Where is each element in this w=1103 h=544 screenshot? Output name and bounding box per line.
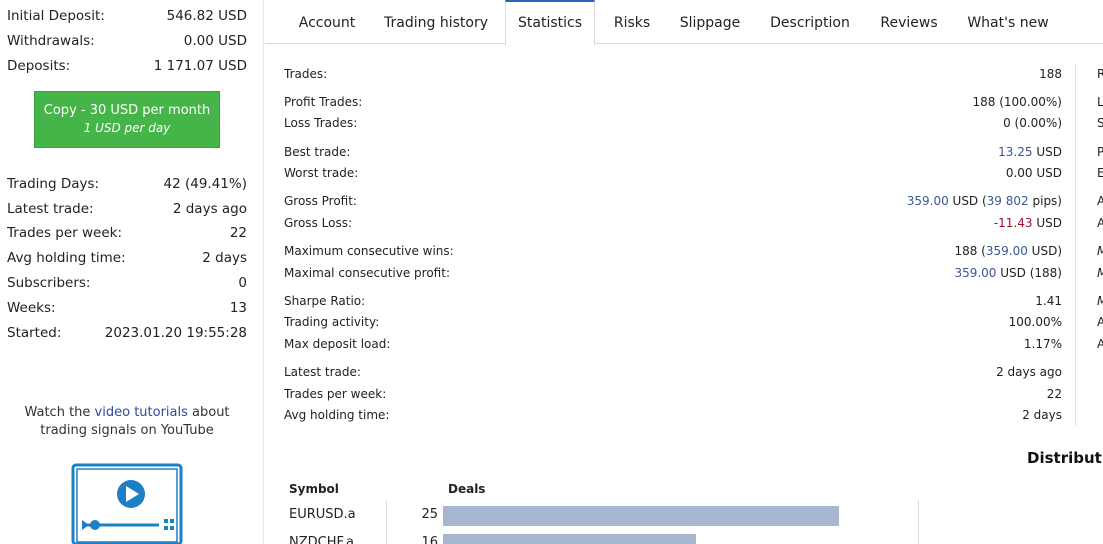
- subscribers-label: Subscribers:: [7, 275, 91, 291]
- distribution-symbol: EURUSD.a: [289, 507, 356, 522]
- stats-avg-holding-time-row: Avg holding time: 2 days: [284, 408, 1062, 422]
- loss-trades-row: Loss Trades: 0 (0.00%): [284, 116, 1062, 130]
- trading-days-row: Trading Days: 42 (49.41%): [7, 174, 247, 194]
- max-deposit-load-row: Max deposit load: 1.17%: [284, 337, 1062, 351]
- distribution-symbol: NZDCHF.a: [289, 535, 354, 544]
- gross-profit-row: Gross Profit: 359.00 USD (39 802 pips): [284, 194, 1062, 208]
- gross-loss-row: Gross Loss: -11.43 USD: [284, 216, 1062, 230]
- best-trade-value-link[interactable]: 13.25: [998, 145, 1032, 159]
- subscribers-row: Subscribers: 0: [7, 273, 247, 293]
- right-column-label: A: [1097, 194, 1103, 208]
- tab-account[interactable]: Account: [285, 0, 369, 44]
- copy-price-label: Copy - 30 USD per month: [43, 103, 211, 118]
- distribution-deals-header: Deals: [448, 482, 486, 496]
- trades-per-week-label: Trades per week:: [7, 225, 123, 241]
- trading-days-label: Trading Days:: [7, 176, 100, 192]
- right-column-label: M: [1097, 242, 1103, 260]
- max-consecutive-profit-row: Maximal consecutive profit: 359.00 USD (…: [284, 266, 1062, 280]
- distribution-divider: [918, 500, 919, 544]
- right-column-label: S: [1097, 116, 1103, 130]
- video-tutorial-note: Watch the video tutorials about trading …: [24, 405, 230, 438]
- deposits-row: Deposits: 1 171.07 USD: [7, 56, 247, 76]
- weeks-value: 13: [229, 300, 247, 316]
- latest-trade-row: Latest trade: 2 days ago: [7, 199, 247, 219]
- avg-holding-time-label: Avg holding time:: [7, 250, 126, 266]
- distribution-deals-count: 25: [421, 507, 438, 522]
- initial-deposit-value: 546.82 USD: [166, 8, 247, 24]
- withdrawals-row: Withdrawals: 0.00 USD: [7, 31, 247, 51]
- trades-per-week-value: 22: [229, 225, 247, 241]
- copy-daily-price-label: 1 USD per day: [83, 121, 171, 135]
- max-consecutive-wins-row: Maximum consecutive wins: 188 (359.00 US…: [284, 244, 1062, 258]
- started-label: Started:: [7, 325, 62, 341]
- tab-reviews[interactable]: Reviews: [873, 0, 945, 44]
- weeks-label: Weeks:: [7, 300, 56, 316]
- deposits-label: Deposits:: [7, 58, 71, 74]
- right-column-label: A: [1097, 216, 1103, 230]
- distribution-deals-count: 16: [421, 535, 438, 544]
- sharpe-ratio-row: Sharpe Ratio: 1.41: [284, 294, 1062, 308]
- right-column-label: E: [1097, 166, 1103, 180]
- tab-statistics[interactable]: Statistics: [505, 0, 595, 45]
- tab-risks[interactable]: Risks: [607, 0, 657, 44]
- avg-holding-time-value: 2 days: [202, 250, 247, 266]
- video-tutorials-link[interactable]: video tutorials: [95, 405, 188, 420]
- tab-slippage[interactable]: Slippage: [671, 0, 749, 44]
- worst-trade-row: Worst trade: 0.00 USD: [284, 166, 1062, 180]
- best-trade-row: Best trade: 13.25 USD: [284, 145, 1062, 159]
- tab-trading-history[interactable]: Trading history: [379, 0, 493, 44]
- copy-signal-button[interactable]: Copy - 30 USD per month 1 USD per day: [34, 91, 220, 148]
- withdrawals-value: 0.00 USD: [183, 33, 247, 49]
- trades-per-week-row: Trades per week: 22: [7, 223, 247, 243]
- right-column-label: M: [1097, 264, 1103, 282]
- right-column-label: A: [1097, 337, 1103, 351]
- trading-activity-row: Trading activity: 100.00%: [284, 315, 1062, 329]
- trading-days-value: 42 (49.41%): [163, 176, 247, 192]
- signal-tabs: Account Trading history Statistics Risks…: [265, 0, 1103, 45]
- distribution-title: Distributi: [1027, 449, 1103, 467]
- avg-holding-time-row: Avg holding time: 2 days: [7, 248, 247, 268]
- tab-description[interactable]: Description: [762, 0, 858, 44]
- distribution-symbol-header: Symbol: [289, 482, 339, 496]
- trades-row: Trades: 188: [284, 67, 1062, 81]
- right-column-label: M: [1097, 292, 1103, 310]
- initial-deposit-label: Initial Deposit:: [7, 8, 105, 24]
- profit-trades-row: Profit Trades: 188 (100.00%): [284, 95, 1062, 109]
- tab-whats-new[interactable]: What's new: [961, 0, 1055, 44]
- withdrawals-label: Withdrawals:: [7, 33, 95, 49]
- stats-trades-per-week-row: Trades per week: 22: [284, 387, 1062, 401]
- right-column-label: P: [1097, 145, 1103, 159]
- started-row: Started: 2023.01.20 19:55:28: [7, 323, 247, 343]
- initial-deposit-row: Initial Deposit: 546.82 USD: [7, 6, 247, 26]
- right-column-label: A: [1097, 315, 1103, 329]
- video-play-icon[interactable]: [71, 463, 183, 544]
- distribution-divider: [386, 500, 387, 544]
- distribution-bar: [443, 534, 696, 544]
- signal-summary-sidebar: Initial Deposit: 546.82 USD Withdrawals:…: [0, 0, 264, 544]
- latest-trade-label: Latest trade:: [7, 201, 94, 217]
- deposits-value: 1 171.07 USD: [153, 58, 247, 74]
- weeks-row: Weeks: 13: [7, 298, 247, 318]
- stats-column-divider: [1075, 64, 1076, 426]
- stats-latest-trade-row: Latest trade: 2 days ago: [284, 365, 1062, 379]
- latest-trade-value: 2 days ago: [172, 201, 247, 217]
- started-value: 2023.01.20 19:55:28: [104, 325, 247, 341]
- right-column-label: L: [1097, 95, 1103, 109]
- subscribers-value: 0: [238, 275, 247, 291]
- right-column-label: R: [1097, 67, 1103, 81]
- distribution-bar: [443, 506, 839, 526]
